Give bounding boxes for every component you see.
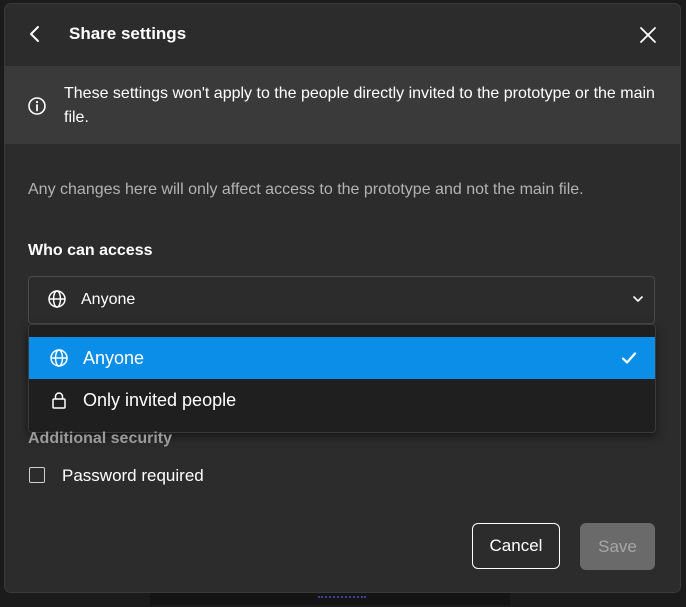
info-banner-text: These settings won't apply to the people… (64, 85, 655, 126)
info-banner: These settings won't apply to the people… (5, 66, 680, 144)
share-settings-dialog: Share settings These settings won't appl… (5, 4, 680, 592)
dialog-title: Share settings (69, 24, 187, 43)
access-select-value: Anyone (81, 291, 136, 308)
globe-icon (50, 349, 68, 367)
dialog-header: Share settings (5, 4, 680, 66)
back-button[interactable] (23, 22, 47, 46)
option-only-invited[interactable]: Only invited people (29, 379, 655, 421)
access-dropdown-menu: Anyone Only invited people (28, 324, 656, 433)
option-anyone[interactable]: Anyone (29, 337, 655, 379)
access-note: Any changes here will only affect access… (28, 181, 584, 198)
background-artwork-2 (318, 596, 366, 607)
chevron-down-icon (633, 296, 643, 302)
lock-icon (52, 392, 66, 409)
save-button[interactable]: Save (580, 523, 655, 570)
password-required-label[interactable]: Password required (62, 466, 204, 486)
check-icon (621, 352, 637, 364)
access-select[interactable]: Anyone (28, 276, 655, 324)
info-icon (28, 97, 46, 115)
close-icon (640, 27, 656, 43)
chevron-left-icon (30, 26, 39, 42)
close-button[interactable] (635, 22, 661, 48)
password-required-checkbox[interactable] (29, 467, 45, 483)
cancel-button[interactable]: Cancel (472, 523, 560, 569)
who-can-access-label: Who can access (28, 242, 153, 259)
additional-security-label: Additional security (28, 430, 173, 447)
option-anyone-label: Anyone (83, 348, 145, 368)
option-only-invited-label: Only invited people (83, 390, 237, 410)
globe-icon (48, 290, 66, 308)
